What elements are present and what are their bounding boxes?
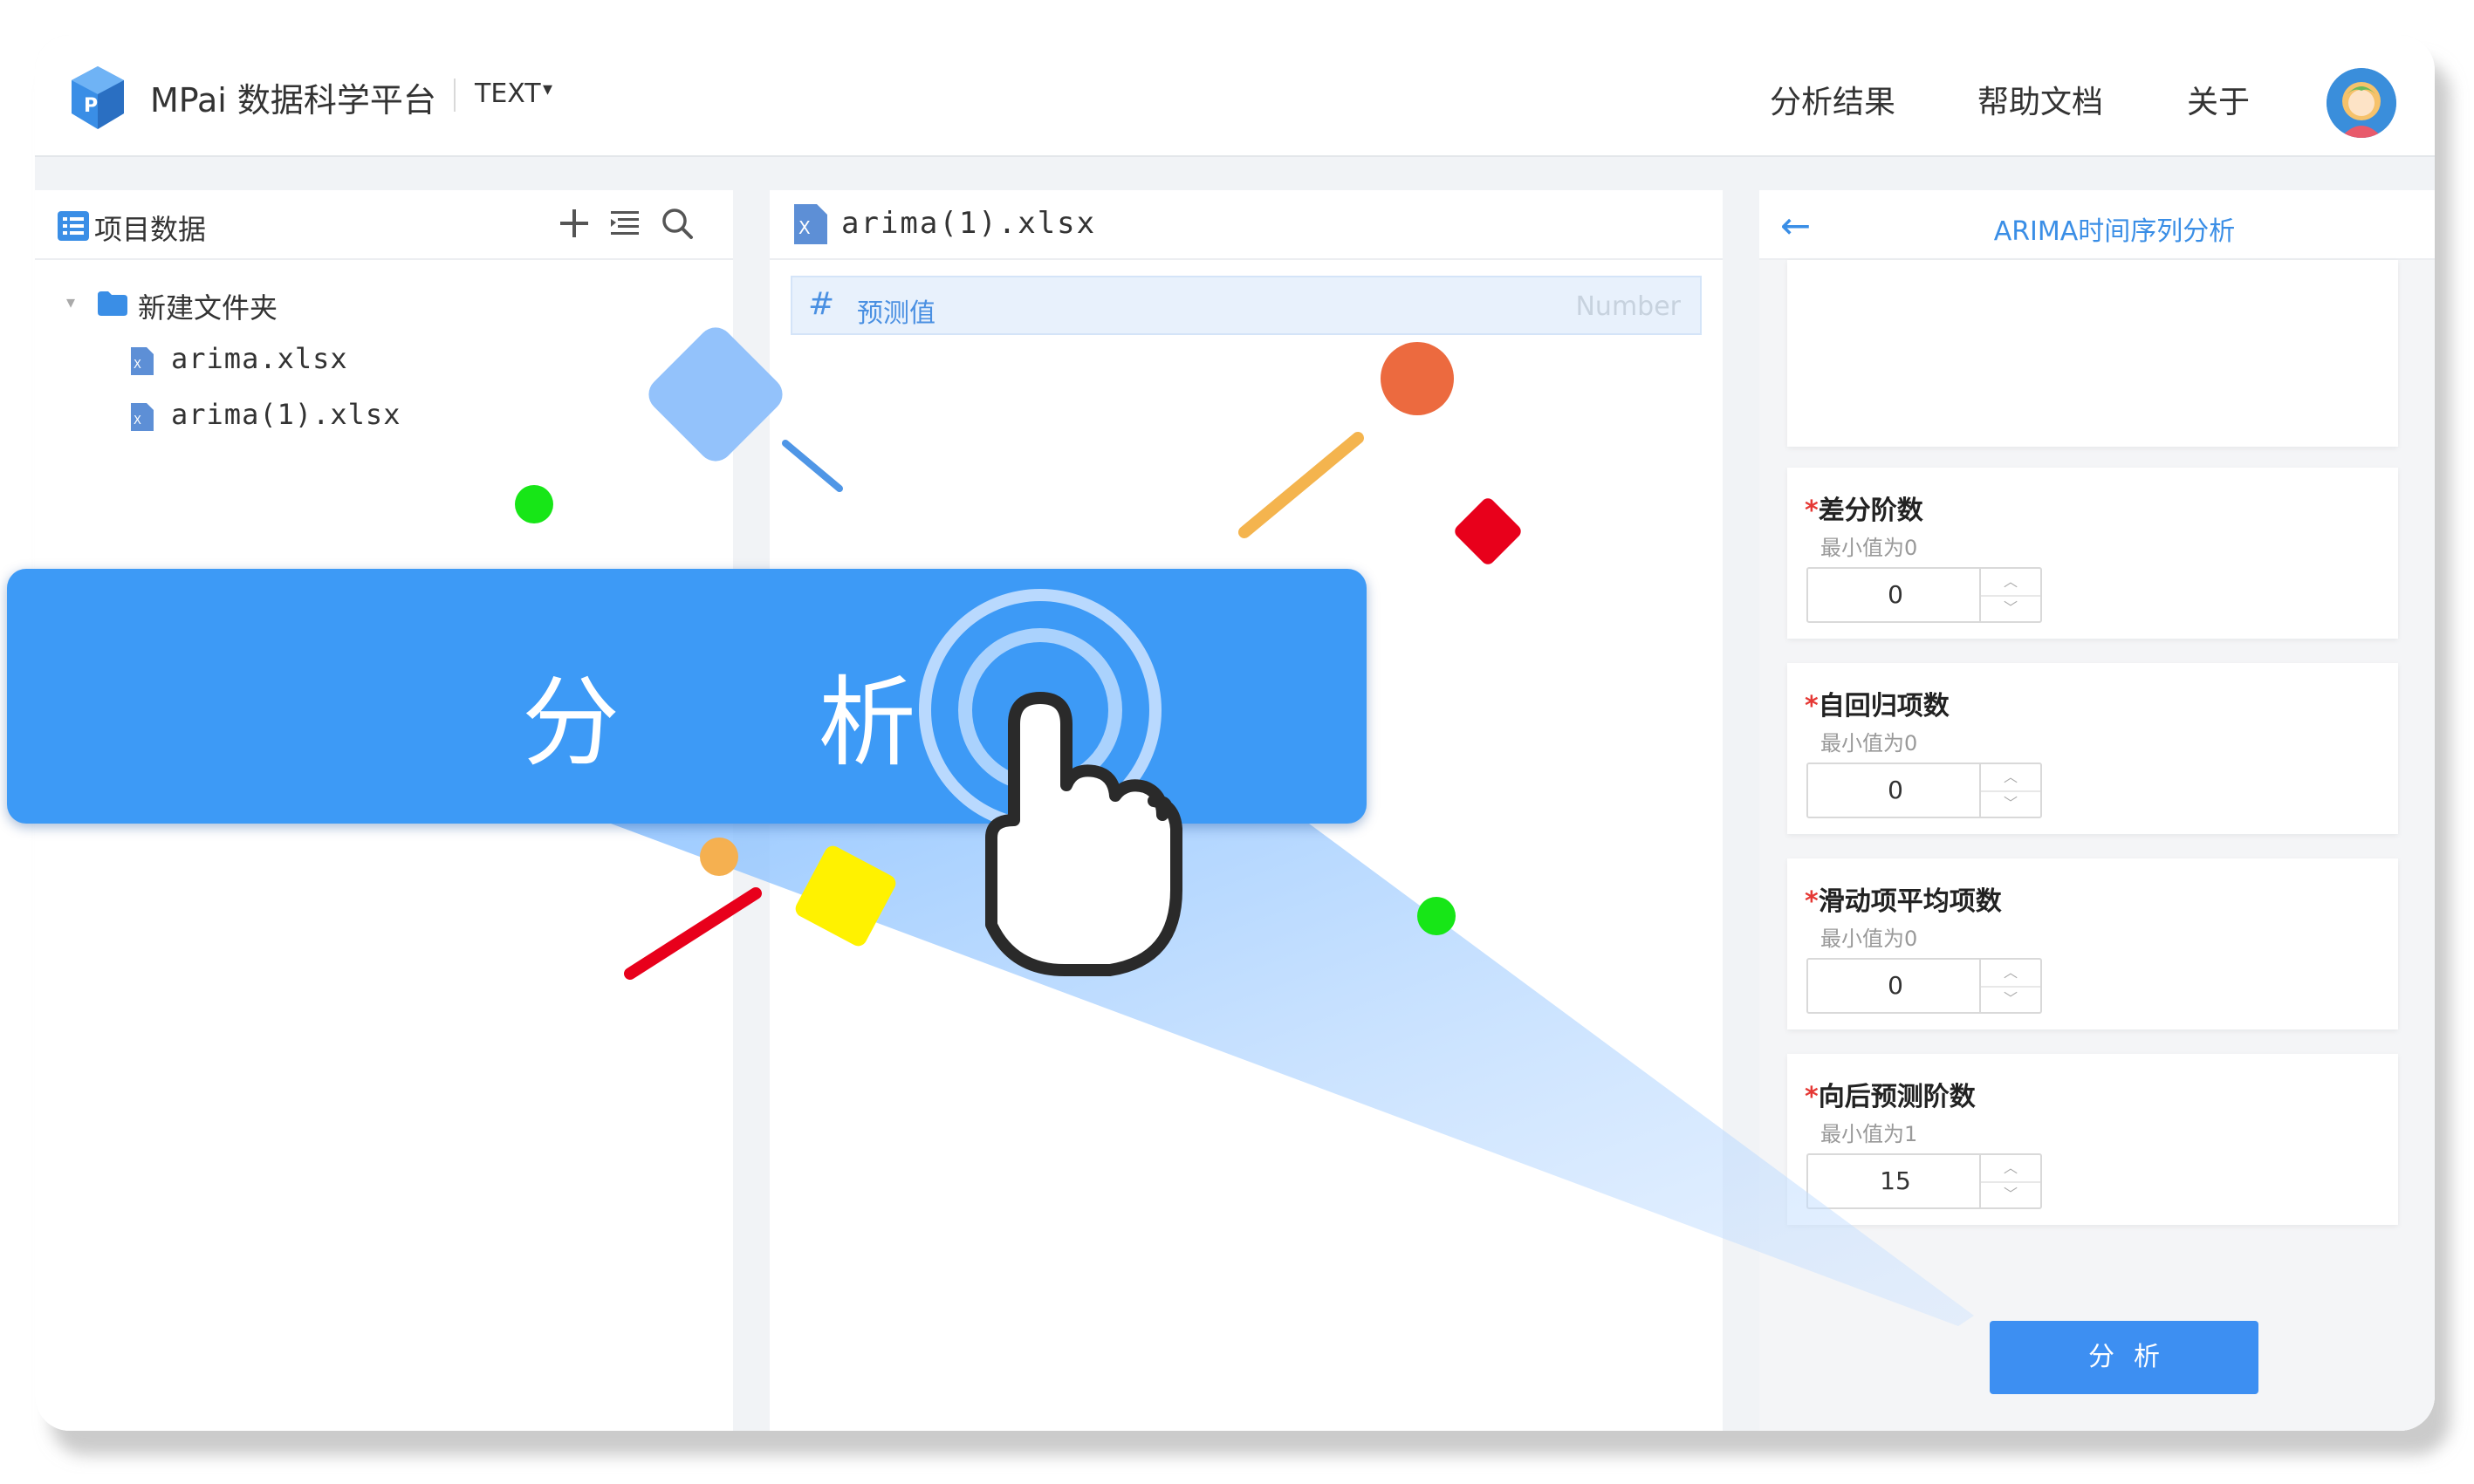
hand-pointer-overlay [919,589,1182,976]
